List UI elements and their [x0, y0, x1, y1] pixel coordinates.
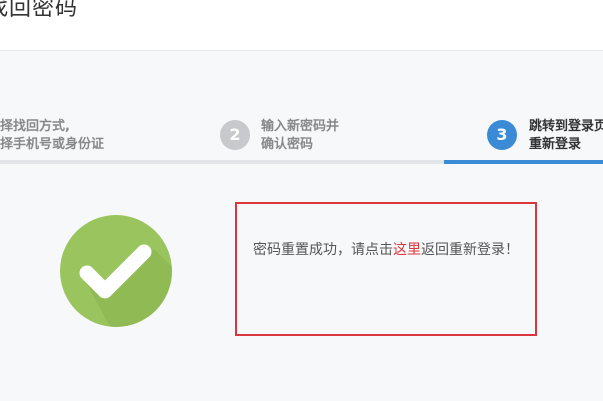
step-progress-active-segment [444, 160, 603, 164]
step-2-line2: 确认密码 [261, 137, 314, 152]
return-login-link[interactable]: 这里 [393, 242, 421, 258]
step-3-line2: 重新登录 [529, 137, 582, 152]
success-message: 密码重置成功，请点击这里返回重新登录！ [247, 238, 525, 262]
step-3-number: 3 [496, 125, 508, 144]
step-2-line1: 输入新密码并 [261, 119, 340, 134]
step-3-number-badge: 3 [487, 120, 517, 150]
step-2-number-badge: 2 [220, 120, 250, 150]
success-message-box: 密码重置成功，请点击这里返回重新登录！ [235, 202, 537, 336]
step-3-label: 跳转到登录页 重新登录 [529, 118, 603, 154]
step-1-line2: 选择手机号或身份证 [0, 137, 105, 152]
step-2-label: 输入新密码并 确认密码 [261, 118, 339, 154]
step-1-label: 选择找回方式, 选择手机号或身份证 [0, 118, 104, 154]
step-2-number: 2 [229, 125, 241, 144]
page-header: 找回密码 [0, 0, 603, 51]
step-3-line1: 跳转到登录页 [529, 119, 603, 134]
success-message-after: 返回重新登录！ [421, 242, 519, 258]
success-message-before: 密码重置成功，请点击 [253, 242, 393, 258]
checkmark-icon [60, 215, 172, 331]
page-title: 找回密码 [0, 0, 79, 21]
step-1-line1: 选择找回方式, [0, 119, 70, 134]
